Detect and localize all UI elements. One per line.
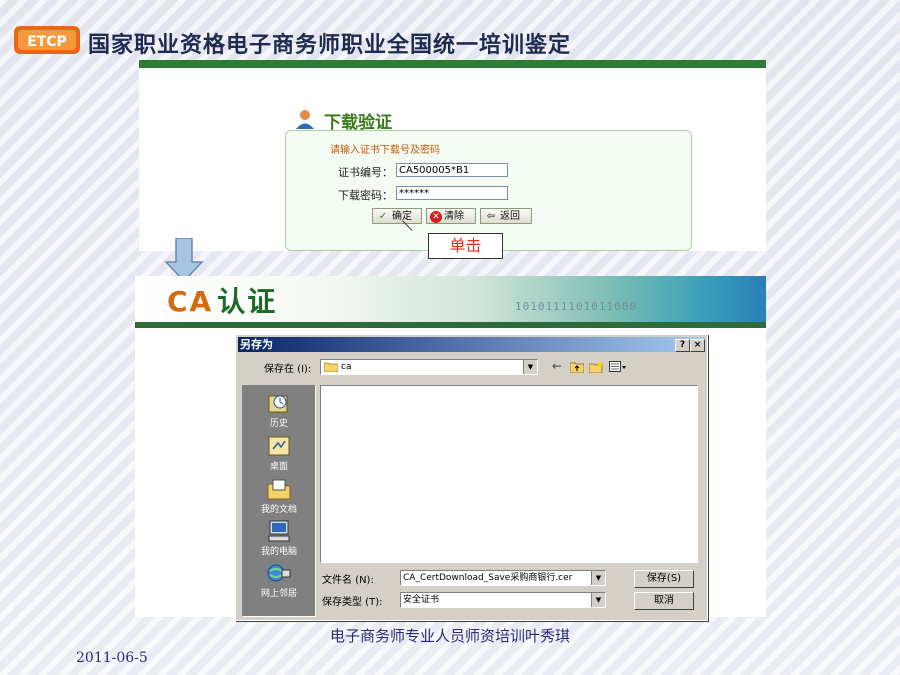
folder-icon xyxy=(324,362,338,372)
close-button[interactable]: × xyxy=(690,339,705,352)
cancel-button[interactable]: 取消 xyxy=(634,592,694,610)
ca-brand: CA 认证 xyxy=(167,280,277,320)
place-my-computer[interactable]: 我的电脑 xyxy=(243,520,315,557)
ca-brand-latin: CA xyxy=(167,285,214,318)
network-icon xyxy=(267,564,291,582)
help-button[interactable]: ? xyxy=(675,339,690,352)
chevron-down-icon[interactable]: ▼ xyxy=(591,571,605,585)
place-history[interactable]: 历史 xyxy=(243,392,315,429)
filetype-value: 安全证书 xyxy=(403,595,440,605)
download-screenshot: 下载验证 请输入证书下载号及密码 证书编号： CA500005*B1 下载密码：… xyxy=(139,60,766,251)
footer-text: 电子商务师专业人员师资培训叶秀琪 xyxy=(329,627,570,645)
filename-label: 文件名 (N): xyxy=(322,575,374,586)
place-desktop-label: 桌面 xyxy=(269,462,288,472)
etcp-logo: ETCP xyxy=(14,26,80,54)
place-network-label: 网上邻居 xyxy=(260,589,297,599)
click-callout: 单击 xyxy=(428,233,503,259)
place-desktop[interactable]: 桌面 xyxy=(243,435,315,472)
my-computer-icon xyxy=(268,520,290,542)
file-list[interactable] xyxy=(320,385,698,563)
chevron-down-icon[interactable]: ▼ xyxy=(591,593,605,607)
cert-number-input[interactable]: CA500005*B1 xyxy=(396,163,508,177)
dialog-title: 另存为 xyxy=(240,338,273,351)
binary-decoration: 1010111101011000 xyxy=(515,300,637,313)
download-password-input[interactable]: ****** xyxy=(396,186,508,200)
save-in-select[interactable]: ca ▼ xyxy=(320,359,538,375)
save-in-value: ca xyxy=(341,362,352,372)
slide-title: 国家职业资格电子商务师职业全国统一培训鉴定 xyxy=(88,33,572,58)
new-folder-icon[interactable] xyxy=(589,360,604,373)
chevron-down-icon: ▼ xyxy=(523,360,537,374)
ca-banner: CA 认证 1010111101011000 xyxy=(135,276,766,328)
back-arrow-icon: ⇦ xyxy=(486,211,496,222)
clear-x-icon: ✕ xyxy=(430,211,442,223)
place-my-computer-label: 我的电脑 xyxy=(260,547,297,557)
back-button[interactable]: ⇦ 返回 xyxy=(480,208,532,224)
place-network[interactable]: 网上邻居 xyxy=(243,562,315,599)
place-history-label: 历史 xyxy=(269,419,288,429)
confirm-button[interactable]: ✓ 确定 xyxy=(372,208,422,224)
view-menu-icon[interactable] xyxy=(609,361,627,373)
clear-button[interactable]: ✕ 清除 xyxy=(426,208,476,224)
ca-brand-cn: 认证 xyxy=(217,285,278,318)
place-my-documents-label: 我的文档 xyxy=(260,505,297,515)
banner-bottom-bar xyxy=(135,322,766,328)
footer-date: 2011-06-5 xyxy=(76,650,148,666)
green-top-bar xyxy=(139,60,766,68)
checkmark-icon: ✓ xyxy=(378,211,388,222)
download-password-label: 下载密码： xyxy=(338,189,393,202)
filename-input[interactable]: CA_CertDownload_Save采购商银行.cer ▼ xyxy=(400,570,606,586)
save-as-dialog: 另存为 ? × 保存在 (I): ca ▼ ← 历史 桌面 我的文档 我的电脑 … xyxy=(235,334,708,621)
filetype-select[interactable]: 安全证书 ▼ xyxy=(400,592,606,608)
up-folder-icon[interactable] xyxy=(570,361,584,373)
ca-screenshot: CA 认证 1010111101011000 另存为 ? × 保存在 (I): c… xyxy=(135,276,766,621)
download-hint: 请输入证书下载号及密码 xyxy=(330,145,440,156)
my-documents-icon xyxy=(267,479,291,500)
back-label: 返回 xyxy=(500,211,520,222)
save-in-label: 保存在 (I): xyxy=(264,364,312,375)
place-my-documents[interactable]: 我的文档 xyxy=(243,478,315,515)
dialog-titlebar: 另存为 ? × xyxy=(238,337,705,352)
history-icon xyxy=(268,395,288,413)
user-icon xyxy=(296,110,314,129)
save-button[interactable]: 保存(S) xyxy=(634,570,694,588)
back-icon[interactable]: ← xyxy=(552,359,562,373)
clear-label: 清除 xyxy=(444,211,464,222)
desktop-icon xyxy=(268,436,290,456)
filename-value: CA_CertDownload_Save采购商银行.cer xyxy=(403,573,573,583)
places-bar: 历史 桌面 我的文档 我的电脑 网上邻居 xyxy=(242,385,316,617)
cert-number-label: 证书编号： xyxy=(338,166,393,179)
filetype-label: 保存类型 (T): xyxy=(322,597,383,608)
svg-text:ETCP: ETCP xyxy=(27,34,67,50)
